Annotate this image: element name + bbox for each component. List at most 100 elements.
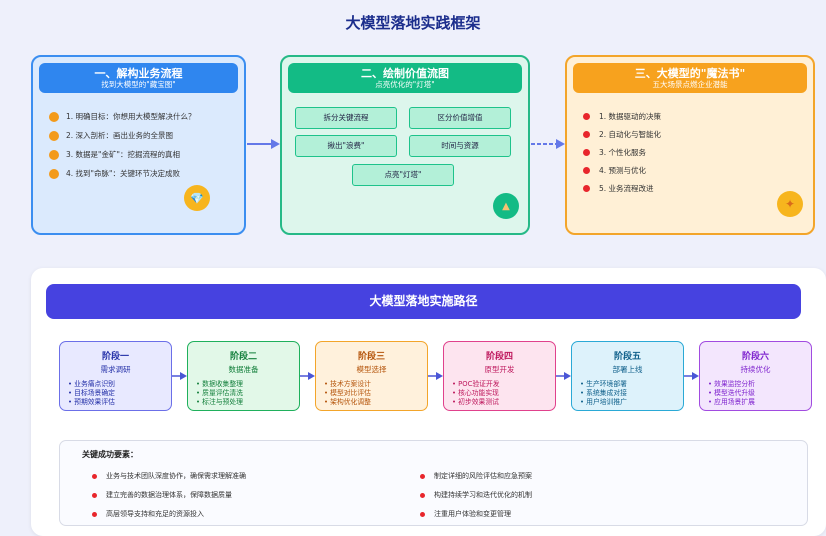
card-title: 三、大模型的"魔法书" [634, 67, 746, 80]
bullet-icon [49, 149, 59, 160]
bullet-icon [92, 492, 97, 498]
stage-subtitle: 数据准备 [228, 365, 259, 374]
stage-item: • 标注与预处理 [196, 398, 243, 406]
list-item: 3. 数据是"金矿"：挖掘流程的真相 [49, 145, 196, 164]
value-box: 揪出"浪费" [295, 135, 397, 157]
stage-card: 阶段六 持续优化 • 效果监控分析 • 模型迭代升级 • 应用场景扩展 [699, 341, 812, 411]
key-factor-item: 制定详细的风险评估和应急预案 [420, 471, 532, 481]
stage-item: • 模型对比评估 [324, 389, 371, 397]
stage-arrow-icon [300, 372, 315, 380]
stage-item: • 模型迭代升级 [708, 389, 755, 397]
list-item: 2. 自动化与智能化 [583, 125, 661, 143]
list-item: 1. 数据驱动的决策 [583, 107, 661, 125]
stage-item: • 架构优化调整 [324, 398, 371, 406]
stage-card: 阶段二数据准备 • 数据收集整理 • 质量评估清洗 • 标注与预处理 [187, 341, 300, 411]
key-factor-item: 高层领导支持和充足的资源投入 [92, 509, 204, 519]
stage-item: • 系统集成对接 [580, 389, 627, 397]
card-subtitle: 点亮优化的"灯塔" [375, 80, 435, 89]
stage-item: • 效果监控分析 [708, 380, 755, 388]
list-item: 3. 个性化服务 [583, 143, 661, 161]
stage-arrow-icon [684, 372, 699, 380]
card-title: 二、绘制价值流图 [361, 67, 449, 80]
stage-item: • 应用场景扩展 [708, 398, 755, 406]
bullet-icon [583, 130, 590, 138]
list-item: 4. 预测与优化 [583, 161, 661, 179]
card-magic-book: 三、大模型的"魔法书" 五大场景点燃企业潜能 1. 数据驱动的决策 2. 自动化… [565, 55, 815, 235]
gem-icon: 💎 [184, 185, 210, 211]
page-title: 大模型落地实践框架 [345, 14, 481, 32]
stage-item: • POC验证开发 [452, 380, 500, 388]
key-factor-item: 建立完善的数据治理体系，保障数据质量 [92, 490, 232, 500]
stage-subtitle: 需求调研 [100, 365, 131, 374]
stage-items: • 技术方案设计 • 模型对比评估 • 架构优化调整 [316, 380, 427, 407]
bullet-icon [583, 184, 590, 192]
stage-title: 阶段二 [229, 352, 257, 362]
stage-arrow-icon [556, 372, 571, 380]
stage-items: • 效果监控分析 • 模型迭代升级 • 应用场景扩展 [700, 380, 811, 407]
card-header: 一、解构业务流程 找到大模型的"藏宝图" [39, 63, 238, 93]
stage-items: • POC验证开发 • 核心功能实现 • 初步效果测试 [444, 380, 555, 407]
stage-title: 阶段六 [741, 352, 769, 362]
path-title: 大模型落地实施路径 [46, 284, 801, 319]
bullet-icon [420, 473, 425, 479]
card-title: 一、解构业务流程 [94, 67, 183, 80]
value-box: 拆分关键流程 [295, 107, 397, 129]
stage-subtitle: 模型选择 [356, 365, 387, 374]
list-item: 1. 明确目标：你想用大模型解决什么？ [49, 107, 196, 126]
stage-item: • 数据收集整理 [196, 380, 243, 388]
card-list: 1. 数据驱动的决策 2. 自动化与智能化 3. 个性化服务 4. 预测与优化 … [583, 107, 661, 197]
bullet-icon [583, 166, 590, 174]
stage-title: 阶段三 [357, 352, 385, 362]
stage-item: • 技术方案设计 [324, 380, 371, 388]
stage-item: • 生产环境部署 [580, 380, 627, 388]
list-item: 2. 深入剖析：画出业务的全景图 [49, 126, 196, 145]
stage-item: • 质量评估清洗 [196, 389, 243, 397]
card-subtitle: 五大场景点燃企业潜能 [652, 80, 728, 89]
stage-title: 阶段一 [101, 352, 129, 362]
stage-card: 阶段四 原型开发 • POC验证开发 • 核心功能实现 • 初步效果测试 [443, 341, 556, 411]
bullet-icon [92, 473, 97, 479]
bullet-icon [583, 148, 590, 156]
value-box: 区分价值增值 [409, 107, 511, 129]
stage-item: • 初步效果测试 [452, 398, 499, 406]
bullet-icon [49, 130, 59, 141]
stage-item: • 预期效果评估 [68, 398, 115, 406]
flow-arrow-icon [531, 139, 565, 149]
bullet-icon [420, 511, 425, 517]
stage-title: 阶段五 [613, 352, 641, 362]
stage-items: • 生产环境部署 • 系统集成对接 • 用户培训推广 [572, 380, 683, 407]
stage-card: 阶段五 部署上线 • 生产环境部署 • 系统集成对接 • 用户培训推广 [571, 341, 684, 411]
list-item: 4. 找到"命脉"：关键环节决定成败 [49, 164, 196, 183]
stage-item: • 业务痛点识别 [68, 380, 115, 388]
key-factor-item: 注重用户体验和变更管理 [420, 509, 511, 519]
lighthouse-icon: ▲ [493, 193, 519, 219]
implementation-panel: 大模型落地实施路径 关键成功要素： 业务与技术团队深度协作，确保需求理解准确 制… [31, 268, 826, 536]
card-subtitle: 找到大模型的"藏宝图" [101, 80, 176, 89]
card-header: 三、大模型的"魔法书" 五大场景点燃企业潜能 [573, 63, 807, 93]
bullet-icon [420, 492, 425, 498]
stage-items: • 业务痛点识别 • 目标场景确定 • 预期效果评估 [60, 380, 171, 407]
value-box: 时间与资源 [409, 135, 511, 157]
stage-item: • 核心功能实现 [452, 389, 499, 397]
list-item: 5. 业务流程改进 [583, 179, 661, 197]
flow-arrow-icon [247, 139, 280, 149]
stage-card: 阶段三模型选择 • 技术方案设计 • 模型对比评估 • 架构优化调整 [315, 341, 428, 411]
stage-items: • 数据收集整理 • 质量评估清洗 • 标注与预处理 [188, 380, 299, 407]
card-list: 1. 明确目标：你想用大模型解决什么？ 2. 深入剖析：画出业务的全景图 3. … [49, 107, 196, 183]
bullet-icon [92, 511, 97, 517]
bullet-icon [49, 111, 59, 122]
card-business-process: 一、解构业务流程 找到大模型的"藏宝图" 1. 明确目标：你想用大模型解决什么？… [31, 55, 246, 235]
stage-arrow-icon [172, 372, 187, 380]
stage-item: • 用户培训推广 [580, 398, 627, 406]
key-factor-item: 业务与技术团队深度协作，确保需求理解准确 [92, 471, 246, 481]
stage-item: • 目标场景确定 [68, 389, 115, 397]
key-factor-item: 构建持续学习和迭代优化的机制 [420, 490, 532, 500]
bullet-icon [583, 112, 590, 120]
stage-card: 阶段一需求调研 • 业务痛点识别 • 目标场景确定 • 预期效果评估 [59, 341, 172, 411]
sparkle-icon: ✦ [777, 191, 803, 217]
bullet-icon [49, 168, 59, 179]
stage-title: 阶段四 [485, 352, 513, 362]
card-value-stream: 二、绘制价值流图 点亮优化的"灯塔" 拆分关键流程 区分价值增值 揪出"浪费" … [280, 55, 530, 235]
key-factors-title: 关键成功要素： [82, 450, 138, 459]
stage-arrow-icon [428, 372, 443, 380]
